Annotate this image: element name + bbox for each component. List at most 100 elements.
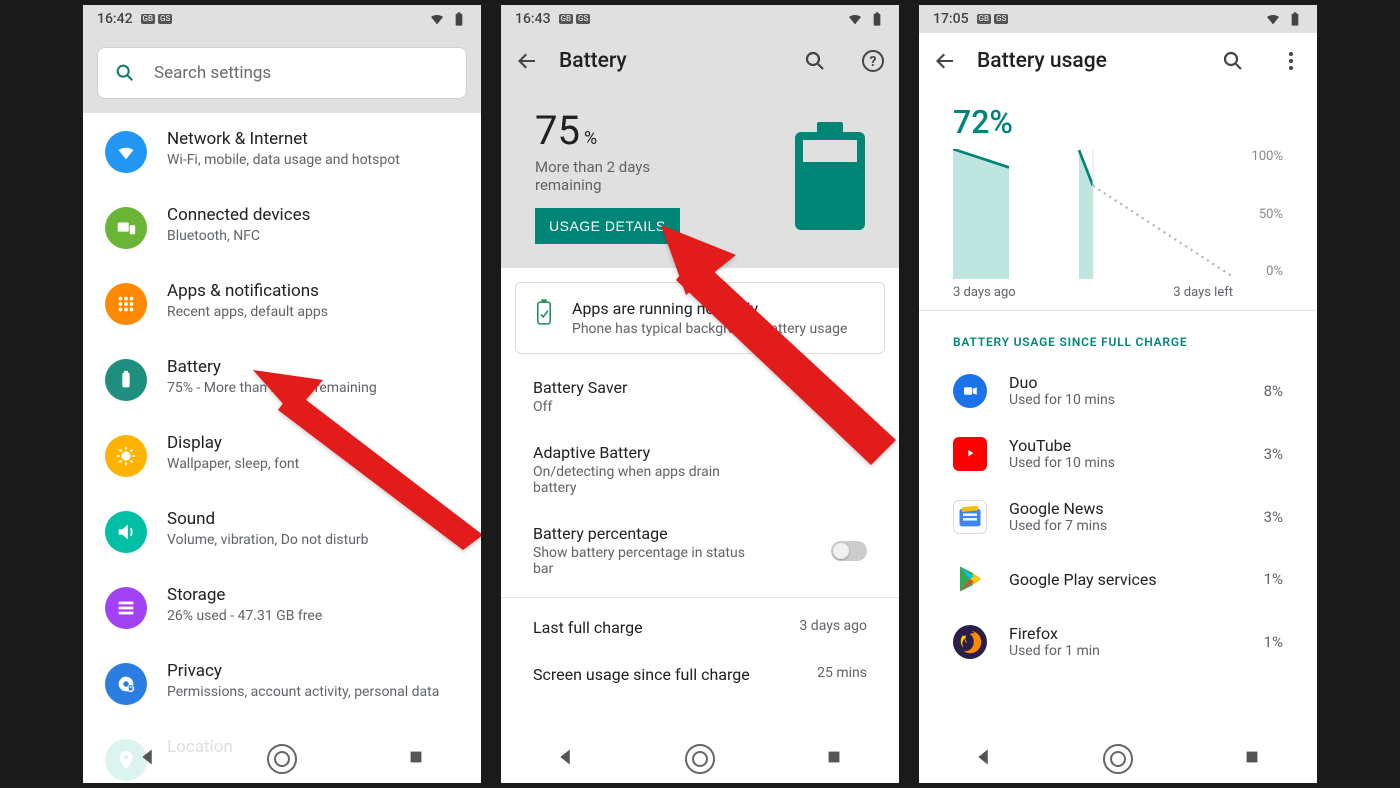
nav-recent-button[interactable] xyxy=(406,747,426,771)
setting-row-display[interactable]: DisplayWallpaper, sleep, font xyxy=(83,417,481,493)
status-badge-icon: GB xyxy=(559,14,574,24)
divider xyxy=(501,597,899,598)
info-row: Last full charge3 days ago xyxy=(515,604,885,651)
info-row: Screen usage since full charge25 mins xyxy=(515,651,885,698)
nav-back-button[interactable] xyxy=(556,747,576,771)
info-label: Screen usage since full charge xyxy=(533,665,750,684)
battery-level-icon xyxy=(795,122,865,230)
search-button[interactable] xyxy=(803,49,827,73)
battery-icon xyxy=(105,359,147,401)
toggle-switch[interactable] xyxy=(831,541,867,561)
setting-row-apps[interactable]: Apps & notificationsRecent apps, default… xyxy=(83,265,481,341)
setting-subtitle: Recent apps, default apps xyxy=(167,303,463,321)
nav-home-button[interactable] xyxy=(267,744,297,774)
battery-icon xyxy=(451,11,467,27)
status-badge-icon: GB xyxy=(977,14,992,24)
status-bar: 16:42 GB GS xyxy=(83,5,481,33)
more-button[interactable] xyxy=(1279,49,1303,73)
status-badge-icon: GS xyxy=(158,14,172,24)
battery-settings-screen: 16:43 GB GS Battery ? 75% More than 2 da… xyxy=(501,5,899,783)
app-usage-row[interactable]: FirefoxUsed for 1 min1% xyxy=(919,610,1317,673)
app-usage-time: Used for 10 mins xyxy=(1009,392,1264,408)
app-usage-time: Used for 7 mins xyxy=(1009,518,1264,534)
wifi-icon xyxy=(1265,11,1281,27)
status-badge-icon: GS xyxy=(994,14,1008,24)
usage-details-button[interactable]: USAGE DETAILS xyxy=(535,208,680,244)
usage-list-header: BATTERY USAGE SINCE FULL CHARGE xyxy=(919,311,1317,359)
app-usage-percent: 1% xyxy=(1264,633,1283,651)
app-usage-list[interactable]: DuoUsed for 10 mins8%YouTubeUsed for 10 … xyxy=(919,359,1317,783)
app-icon xyxy=(953,500,987,534)
nav-back-button[interactable] xyxy=(974,747,994,771)
option-title: Battery percentage xyxy=(533,524,831,543)
setting-title: Sound xyxy=(167,509,463,529)
wifi-icon xyxy=(847,11,863,27)
app-usage-row[interactable]: Google NewsUsed for 7 mins3% xyxy=(919,485,1317,548)
status-bar: 16:43 GB GS xyxy=(501,5,899,33)
app-name: YouTube xyxy=(1009,436,1264,455)
x-label: 3 days left xyxy=(1173,285,1233,300)
setting-row-devices[interactable]: Connected devicesBluetooth, NFC xyxy=(83,189,481,265)
app-icon xyxy=(953,562,987,596)
battery-icon xyxy=(1287,11,1303,27)
setting-title: Storage xyxy=(167,585,463,605)
page-title: Battery xyxy=(559,49,783,73)
option-subtitle: Off xyxy=(533,399,753,415)
battery-icon xyxy=(869,11,885,27)
battery-remaining: More than 2 days remaining xyxy=(535,158,695,194)
battery-percentage: 75% xyxy=(535,107,795,154)
setting-subtitle: 75% - More than 2 days remaining xyxy=(167,379,463,397)
option-title: Adaptive Battery xyxy=(533,443,867,462)
status-time: 17:05 xyxy=(933,11,969,27)
setting-row-storage[interactable]: Storage 26% used - 47.31 GB free xyxy=(83,569,481,645)
nav-home-button[interactable] xyxy=(685,744,715,774)
usage-summary: 72% 100% 50% 0% xyxy=(919,89,1317,311)
battery-usage-screen: 17:05 GB GS Battery usage 72% xyxy=(919,5,1317,783)
setting-subtitle: Volume, vibration, Do not disturb xyxy=(167,531,463,549)
setting-row-privacy[interactable]: PrivacyPermissions, account activity, pe… xyxy=(83,645,481,721)
y-label: 0% xyxy=(1243,264,1283,279)
option-row[interactable]: Adaptive BatteryOn/detecting when apps d… xyxy=(515,429,885,510)
status-time: 16:43 xyxy=(515,11,551,27)
app-usage-row[interactable]: DuoUsed for 10 mins8% xyxy=(919,359,1317,422)
app-usage-row[interactable]: Google Play services1% xyxy=(919,548,1317,610)
apps-status-card[interactable]: Apps are running normally Phone has typi… xyxy=(515,282,885,354)
privacy-icon xyxy=(105,663,147,705)
card-subtitle: Phone has typical background battery usa… xyxy=(572,321,847,337)
search-button[interactable] xyxy=(1221,49,1245,73)
app-name: Duo xyxy=(1009,373,1264,392)
setting-subtitle: 26% used - 47.31 GB free xyxy=(167,607,463,625)
setting-title: Battery xyxy=(167,357,463,377)
setting-row-battery[interactable]: Battery 75% - More than 2 days remaining xyxy=(83,341,481,417)
setting-title: Display xyxy=(167,433,463,453)
nav-home-button[interactable] xyxy=(1103,744,1133,774)
settings-list[interactable]: Network & InternetWi-Fi, mobile, data us… xyxy=(83,113,481,783)
battery-ok-icon xyxy=(534,299,554,327)
title-bar: Battery ? xyxy=(501,33,899,89)
back-button[interactable] xyxy=(515,49,539,73)
nav-back-button[interactable] xyxy=(138,747,158,771)
status-time: 16:42 xyxy=(97,11,133,27)
nav-bar xyxy=(83,735,481,783)
storage-icon xyxy=(105,587,147,629)
app-name: Google News xyxy=(1009,499,1264,518)
nav-recent-button[interactable] xyxy=(824,747,844,771)
option-row[interactable]: Battery percentageShow battery percentag… xyxy=(515,510,885,591)
app-icon xyxy=(953,625,987,659)
app-usage-percent: 3% xyxy=(1264,508,1283,526)
setting-row-sound[interactable]: Sound Volume, vibration, Do not disturb xyxy=(83,493,481,569)
apps-icon xyxy=(105,283,147,325)
setting-title: Network & Internet xyxy=(167,129,463,149)
setting-title: Privacy xyxy=(167,661,463,681)
option-row[interactable]: Battery SaverOff xyxy=(515,364,885,429)
setting-row-wifi[interactable]: Network & InternetWi-Fi, mobile, data us… xyxy=(83,113,481,189)
nav-recent-button[interactable] xyxy=(1242,747,1262,771)
help-button[interactable]: ? xyxy=(861,49,885,73)
sound-icon xyxy=(105,511,147,553)
app-usage-row[interactable]: YouTubeUsed for 10 mins3% xyxy=(919,422,1317,485)
search-settings-input[interactable]: Search settings xyxy=(97,47,467,99)
back-button[interactable] xyxy=(933,49,957,73)
app-name: Google Play services xyxy=(1009,570,1264,589)
page-title: Battery usage xyxy=(977,49,1201,73)
current-percentage: 72% xyxy=(953,103,1283,141)
